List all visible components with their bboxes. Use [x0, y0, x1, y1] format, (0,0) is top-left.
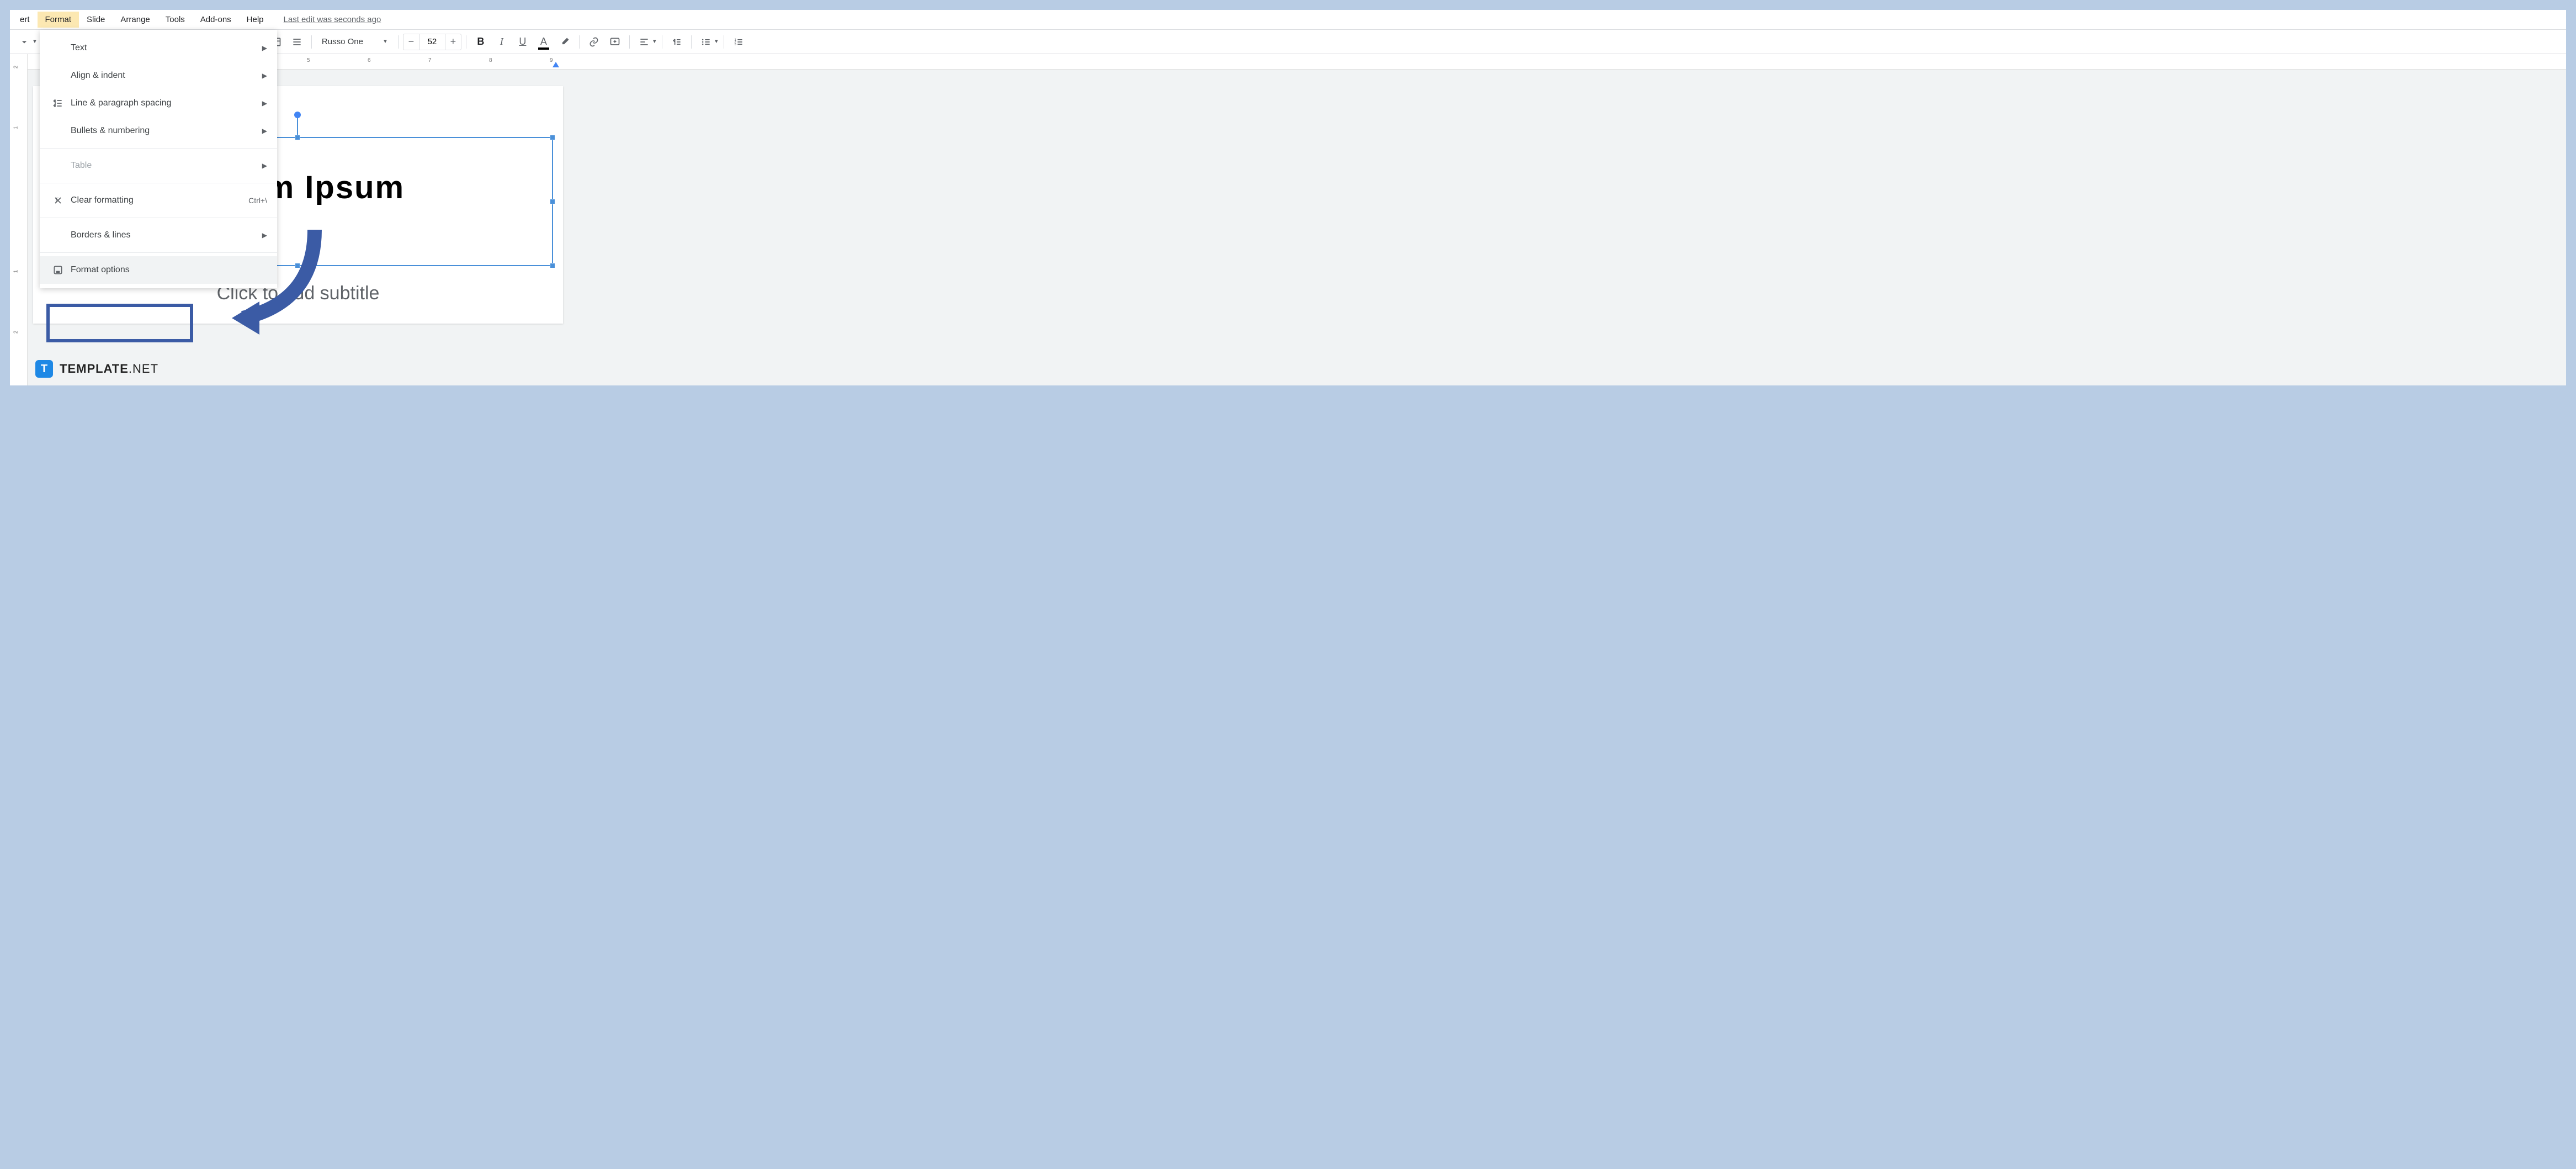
separator	[311, 35, 312, 49]
toolbar: ▼ Russo One ▼ − + B I U A ▼ ▼ 123	[10, 30, 2566, 54]
svg-text:T: T	[54, 197, 59, 204]
menu-label: Table	[71, 161, 262, 171]
separator	[629, 35, 630, 49]
slide-background[interactable]: Lorem Ipsum Click to add subtitle	[28, 70, 2566, 385]
font-name: Russo One	[322, 37, 363, 46]
decrease-font-button[interactable]: −	[403, 34, 419, 50]
resize-handle[interactable]	[550, 263, 555, 268]
ruler-mark: 8	[489, 57, 492, 64]
ruler-mark: 1	[13, 270, 19, 273]
watermark-text: TEMPLATE.NET	[60, 362, 158, 376]
chevron-down-icon: ▼	[32, 39, 38, 45]
menubar: ert Format Slide Arrange Tools Add-ons H…	[10, 10, 2566, 30]
line-spacing-button[interactable]	[667, 32, 687, 52]
chevron-down-icon: ▼	[714, 39, 719, 45]
menu-item-line-spacing[interactable]: Line & paragraph spacing▶	[40, 89, 277, 117]
submenu-arrow-icon: ▶	[262, 162, 267, 170]
menu-addons[interactable]: Add-ons	[193, 12, 239, 28]
menu-label: Line & paragraph spacing	[71, 98, 262, 108]
format-options-icon	[50, 265, 66, 276]
menu-item-format-options[interactable]: Format options	[40, 256, 277, 284]
resize-handle[interactable]	[295, 263, 300, 268]
format-dropdown: Text▶ Align & indent▶ Line & paragraph s…	[40, 30, 277, 288]
edit-status[interactable]: Last edit was seconds ago	[284, 15, 381, 24]
rotate-line	[297, 118, 298, 137]
menu-insert[interactable]: ert	[12, 12, 38, 28]
chevron-down-icon: ▼	[652, 39, 657, 45]
menu-label: Bullets & numbering	[71, 126, 262, 136]
ruler-mark: 1	[13, 126, 19, 130]
menu-slide[interactable]: Slide	[79, 12, 113, 28]
chevron-down-icon: ▼	[383, 39, 388, 45]
canvas-area: 2 1 1 2 1 2 3 4 5 6 7 8 9	[10, 54, 2566, 385]
separator	[398, 35, 399, 49]
font-select[interactable]: Russo One ▼	[316, 37, 394, 46]
italic-button[interactable]: I	[492, 32, 512, 52]
underline-button[interactable]: U	[513, 32, 533, 52]
theme-icon[interactable]	[287, 32, 307, 52]
ruler-mark: 2	[13, 331, 19, 334]
menu-tools[interactable]: Tools	[158, 12, 193, 28]
menu-label: Align & indent	[71, 71, 262, 81]
menu-shortcut: Ctrl+\	[248, 196, 267, 205]
watermark: T TEMPLATE.NET	[35, 360, 158, 378]
menu-label: Text	[71, 43, 262, 53]
comment-button[interactable]	[605, 32, 625, 52]
ruler-mark: 2	[13, 66, 19, 69]
bulleted-list-button[interactable]	[696, 32, 716, 52]
menu-separator	[40, 148, 277, 149]
separator	[691, 35, 692, 49]
menu-item-borders-lines[interactable]: Borders & lines▶	[40, 221, 277, 249]
app-window: ert Format Slide Arrange Tools Add-ons H…	[10, 10, 2566, 385]
align-button[interactable]	[634, 32, 654, 52]
watermark-icon: T	[35, 360, 53, 378]
ruler-mark: 6	[368, 57, 371, 64]
rotate-handle[interactable]	[294, 112, 301, 118]
menu-item-align-indent[interactable]: Align & indent▶	[40, 62, 277, 89]
menu-item-clear-formatting[interactable]: T Clear formattingCtrl+\	[40, 187, 277, 214]
line-spacing-icon	[50, 98, 66, 109]
toolbar-button[interactable]	[14, 32, 34, 52]
ruler-indent-marker[interactable]	[553, 62, 559, 67]
menu-label: Clear formatting	[71, 195, 248, 205]
highlight-button[interactable]	[555, 32, 575, 52]
separator	[579, 35, 580, 49]
font-size-stepper: − +	[403, 34, 461, 50]
numbered-list-button[interactable]: 123	[729, 32, 748, 52]
clear-format-icon: T	[50, 195, 66, 206]
menu-label: Borders & lines	[71, 230, 262, 240]
submenu-arrow-icon: ▶	[262, 72, 267, 80]
svg-text:3: 3	[734, 43, 736, 46]
menu-label: Format options	[71, 265, 267, 275]
font-size-input[interactable]	[419, 34, 445, 50]
submenu-arrow-icon: ▶	[262, 127, 267, 135]
bold-button[interactable]: B	[471, 32, 491, 52]
link-button[interactable]	[584, 32, 604, 52]
menu-format[interactable]: Format	[38, 12, 79, 28]
resize-handle[interactable]	[550, 135, 555, 140]
vertical-ruler: 2 1 1 2	[10, 54, 28, 385]
increase-font-button[interactable]: +	[445, 34, 461, 50]
horizontal-ruler: 1 2 3 4 5 6 7 8 9	[28, 54, 2566, 70]
text-color-button[interactable]: A	[534, 32, 554, 52]
menu-item-bullets[interactable]: Bullets & numbering▶	[40, 117, 277, 145]
menu-help[interactable]: Help	[239, 12, 272, 28]
submenu-arrow-icon: ▶	[262, 231, 267, 239]
ruler-mark: 7	[428, 57, 432, 64]
ruler-mark: 5	[307, 57, 310, 64]
resize-handle[interactable]	[295, 135, 300, 140]
menu-separator	[40, 252, 277, 253]
menu-item-text[interactable]: Text▶	[40, 34, 277, 62]
menu-arrange[interactable]: Arrange	[113, 12, 157, 28]
submenu-arrow-icon: ▶	[262, 99, 267, 107]
submenu-arrow-icon: ▶	[262, 44, 267, 52]
menu-item-table: Table▶	[40, 152, 277, 179]
